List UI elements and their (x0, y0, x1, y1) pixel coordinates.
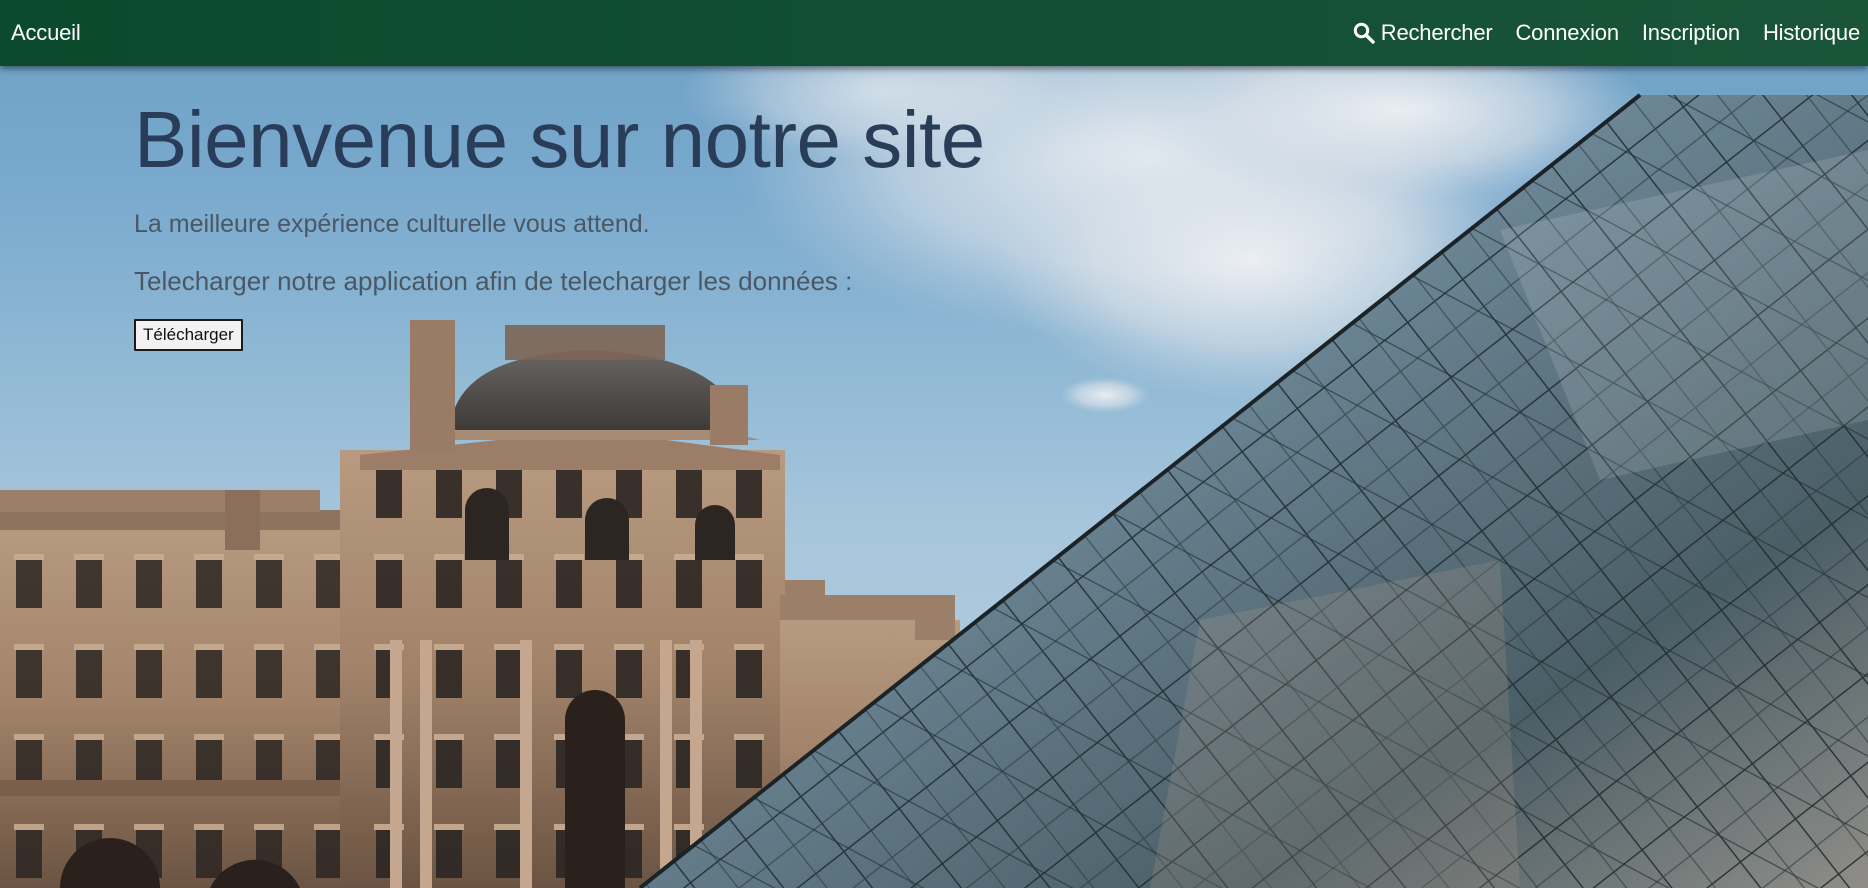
hero-content: Bienvenue sur notre site La meilleure ex… (134, 100, 985, 351)
download-button[interactable]: Télécharger (134, 319, 243, 351)
hero-subtitle: La meilleure expérience culturelle vous … (134, 210, 650, 238)
navbar: Accueil Rechercher Connexion Inscription… (0, 0, 1868, 66)
hero-title: Bienvenue sur notre site (134, 95, 985, 184)
nav-login-link[interactable]: Connexion (1515, 20, 1619, 46)
nav-signup-link[interactable]: Inscription (1642, 20, 1740, 46)
hero-section: Bienvenue sur notre site La meilleure ex… (0, 0, 1868, 888)
nav-search-label: Rechercher (1380, 20, 1493, 45)
search-icon (1353, 22, 1375, 44)
nav-right-menu: Rechercher Connexion Inscription Histori… (1352, 20, 1868, 46)
nav-home-link[interactable]: Accueil (11, 20, 81, 45)
nav-history-link[interactable]: Historique (1763, 20, 1860, 46)
nav-search-link[interactable]: Rechercher (1352, 20, 1493, 46)
download-description: Telecharger notre application afin de te… (134, 266, 853, 296)
